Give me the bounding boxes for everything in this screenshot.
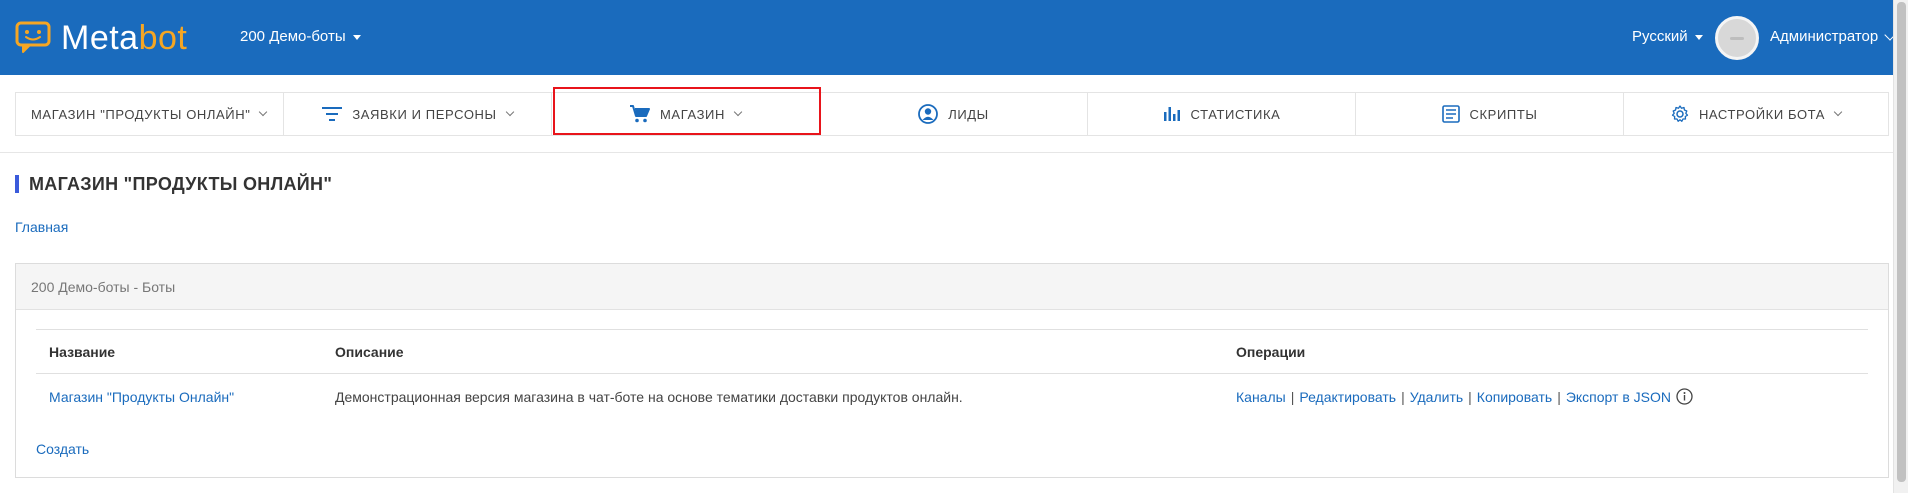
info-icon[interactable] — [1676, 388, 1693, 405]
nav-item-label: НАСТРОЙКИ БОТА — [1698, 106, 1826, 122]
panel-heading: 200 Демо-боты - Боты — [16, 264, 1888, 310]
table-row: Магазин "Продукты Онлайн" Демонстрационн… — [36, 374, 1868, 419]
metabot-logo[interactable]: Metabot — [15, 18, 187, 58]
language-dropdown[interactable]: Русский — [1632, 28, 1703, 45]
copy-link[interactable]: Копировать — [1477, 389, 1552, 405]
page-title: МАГАЗИН "ПРОДУКТЫ ОНЛАЙН" — [29, 174, 333, 194]
nav-item-label: СТАТИСТИКА — [1190, 106, 1281, 122]
user-menu[interactable]: Администратор — [1770, 28, 1896, 45]
scrollbar-thumb[interactable] — [1897, 2, 1906, 482]
chevron-down-icon — [733, 107, 743, 117]
top-header: Metabot 200 Демо-боты Русский Администра… — [0, 0, 1908, 75]
operations-cell: Каналы | Редактировать | Удалить | Копир… — [1223, 388, 1868, 405]
channels-link[interactable]: Каналы — [1236, 389, 1286, 405]
logo-text-meta: Meta — [61, 18, 139, 57]
gear-icon — [1671, 105, 1689, 123]
bot-description: Демонстрационная версия магазина в чат-б… — [335, 388, 963, 405]
workspace-dropdown[interactable]: 200 Демо-боты — [240, 28, 361, 45]
nav-item-label: МАГАЗИН "ПРОДУКТЫ ОНЛАЙН" — [31, 106, 251, 122]
title-accent-bar — [15, 175, 19, 193]
nav-shop[interactable]: МАГАЗИН — [552, 93, 820, 135]
workspace-label: 200 Демо-боты — [240, 28, 346, 45]
nav-statistics[interactable]: СТАТИСТИКА — [1088, 93, 1356, 135]
nav-item-label: МАГАЗИН — [660, 106, 725, 122]
export-json-link[interactable]: Экспорт в JSON — [1566, 389, 1671, 405]
table-header: Название Описание Операции — [36, 329, 1868, 374]
avatar[interactable] — [1715, 16, 1759, 60]
vertical-scrollbar[interactable] — [1893, 0, 1908, 493]
chevron-down-icon — [505, 107, 514, 117]
user-name: Администратор — [1770, 28, 1879, 45]
create-bot-link[interactable]: Создать — [36, 441, 89, 457]
breadcrumb-home[interactable]: Главная — [15, 219, 68, 235]
column-header-description: Описание — [335, 343, 404, 360]
separator: | — [1468, 388, 1472, 405]
logo-text-bot: bot — [138, 18, 188, 57]
delete-link[interactable]: Удалить — [1410, 389, 1463, 405]
caret-down-icon — [1694, 34, 1703, 40]
bots-panel: 200 Демо-боты - Боты Название Описание О… — [15, 263, 1889, 478]
nav-item-label: ЛИДЫ — [948, 106, 989, 122]
column-header-operations: Операции — [1236, 343, 1306, 360]
cart-icon — [630, 105, 650, 123]
nav-bot-selector[interactable]: МАГАЗИН "ПРОДУКТЫ ОНЛАЙН" — [16, 93, 284, 135]
edit-link[interactable]: Редактировать — [1299, 389, 1396, 405]
nav-item-label: ЗАЯВКИ И ПЕРСОНЫ — [352, 106, 497, 122]
script-list-icon — [1441, 105, 1460, 123]
user-circle-icon — [918, 104, 939, 124]
nav-bot-settings[interactable]: НАСТРОЙКИ БОТА — [1624, 93, 1888, 135]
divider — [0, 152, 1893, 153]
chevron-down-icon — [1833, 107, 1843, 117]
nav-item-label: СКРИПТЫ — [1469, 106, 1538, 122]
chevron-down-icon — [259, 107, 268, 117]
nav-scripts[interactable]: СКРИПТЫ — [1356, 93, 1624, 135]
nav-requests-persons[interactable]: ЗАЯВКИ И ПЕРСОНЫ — [284, 93, 552, 135]
bot-navigation: МАГАЗИН "ПРОДУКТЫ ОНЛАЙН" ЗАЯВКИ И ПЕРСО… — [15, 92, 1889, 136]
separator: | — [1290, 388, 1295, 405]
chat-bot-logo-icon — [15, 21, 51, 53]
column-header-name: Название — [49, 343, 116, 360]
nav-leads[interactable]: ЛИДЫ — [820, 93, 1088, 135]
filter-icon — [322, 107, 343, 121]
logo-text: Metabot — [61, 19, 187, 58]
bots-table: Название Описание Операции Магазин "Прод… — [36, 329, 1868, 419]
separator: | — [1401, 388, 1405, 405]
language-label: Русский — [1632, 28, 1688, 45]
caret-down-icon — [352, 34, 361, 40]
separator: | — [1557, 388, 1561, 405]
bot-name-link[interactable]: Магазин "Продукты Онлайн" — [49, 389, 234, 405]
bar-chart-icon — [1163, 106, 1181, 122]
avatar-placeholder-icon — [1730, 36, 1744, 40]
